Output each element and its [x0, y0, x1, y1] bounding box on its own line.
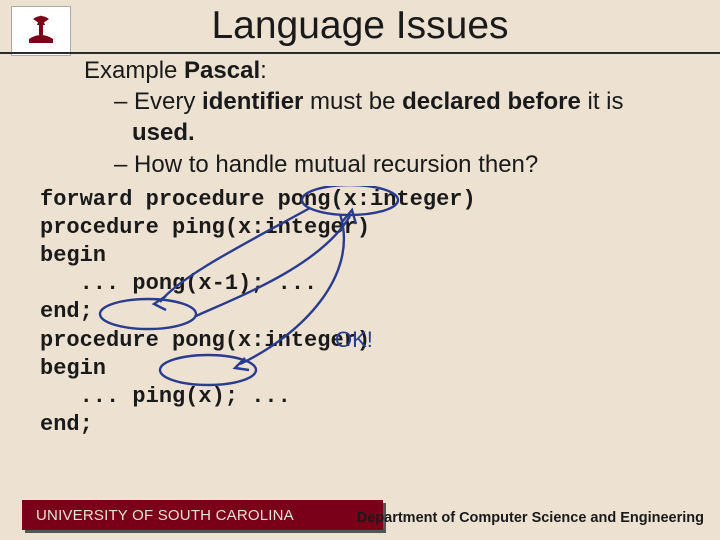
example-lang: Pascal	[184, 57, 260, 84]
code-line: end;	[40, 298, 680, 326]
footer-banner: UNIVERSITY OF SOUTH CAROLINA	[22, 500, 383, 530]
code-line: begin	[40, 242, 680, 270]
example-prefix: Example	[84, 57, 184, 84]
code-line: forward procedure pong(x:integer)	[40, 186, 680, 214]
bullet-2: – How to handle mutual recursion then?	[114, 149, 680, 180]
code-block: forward procedure pong(x:integer) proced…	[40, 186, 680, 439]
code-line: ... ping(x); ...	[40, 383, 680, 411]
ok-annotation: OK!	[335, 326, 373, 354]
slide-title: Language Issues	[0, 4, 720, 48]
title-underline	[0, 52, 720, 54]
slide-content: Example Pascal: – Every identifier must …	[40, 55, 680, 439]
university-name: UNIVERSITY OF SOUTH CAROLINA	[36, 507, 294, 524]
code-line: procedure ping(x:integer)	[40, 214, 680, 242]
code-line: end;	[40, 411, 680, 439]
code-line: begin	[40, 355, 680, 383]
department-label: Department of Computer Science and Engin…	[357, 510, 704, 526]
code-line: ... pong(x-1); ...	[40, 270, 680, 298]
bullet-1: – Every identifier must be declared befo…	[114, 86, 680, 148]
example-line: Example Pascal:	[84, 55, 680, 86]
